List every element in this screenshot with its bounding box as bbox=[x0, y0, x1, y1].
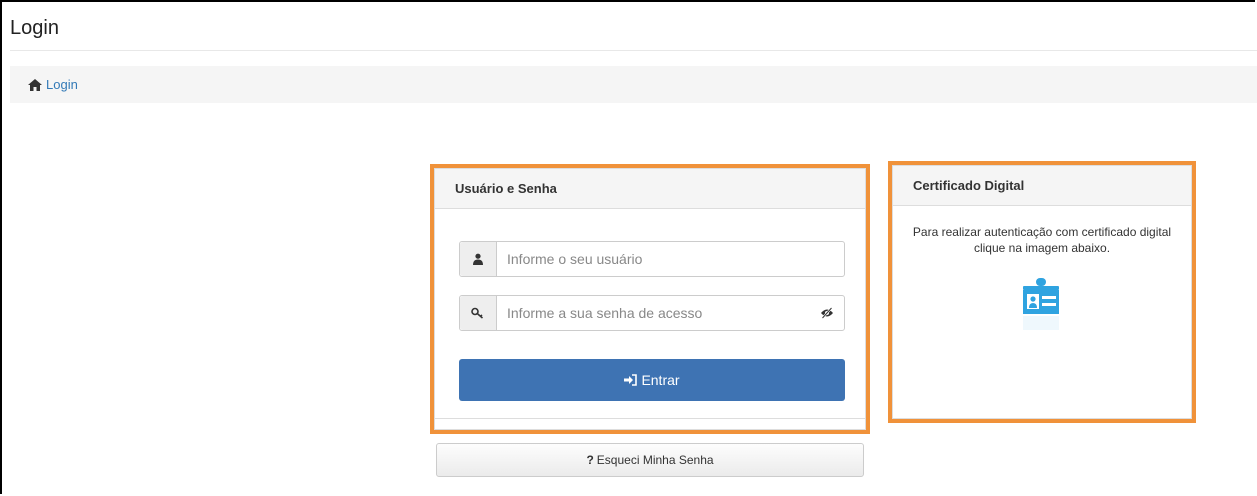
certificate-panel: Certificado Digital Para realizar autent… bbox=[888, 161, 1196, 423]
certificate-login-image[interactable] bbox=[1021, 276, 1061, 339]
password-input[interactable] bbox=[497, 296, 810, 330]
panel-footer-divider bbox=[435, 418, 865, 419]
username-group bbox=[459, 241, 845, 277]
sign-in-icon bbox=[624, 374, 638, 386]
forgot-password-button[interactable]: ? Esqueci Minha Senha bbox=[436, 443, 864, 477]
certificate-instructions-line1: Para realizar autenticação com certifica… bbox=[912, 225, 1172, 239]
breadcrumb-home-link[interactable]: Login bbox=[28, 77, 78, 92]
user-icon bbox=[460, 242, 497, 276]
entrar-button[interactable]: Entrar bbox=[459, 359, 845, 401]
page-title: Login bbox=[10, 17, 59, 39]
forgot-password-label: Esqueci Minha Senha bbox=[596, 453, 714, 467]
entrar-label: Entrar bbox=[641, 372, 680, 388]
eye-slash-icon[interactable] bbox=[810, 296, 844, 330]
key-icon bbox=[460, 296, 497, 330]
login-panel-heading: Usuário e Senha bbox=[435, 169, 865, 209]
breadcrumb-home-label: Login bbox=[46, 77, 78, 92]
breadcrumb: Login bbox=[10, 66, 1257, 103]
certificate-instructions-line2: clique na imagem abaixo. bbox=[973, 241, 1111, 255]
username-input[interactable] bbox=[497, 242, 844, 276]
home-icon bbox=[28, 78, 42, 91]
certificate-panel-heading: Certificado Digital bbox=[893, 166, 1191, 206]
password-group bbox=[459, 295, 845, 331]
certificate-instructions: Para realizar autenticação com certifica… bbox=[909, 224, 1175, 256]
title-divider bbox=[10, 50, 1257, 51]
id-card-icon bbox=[1023, 278, 1059, 330]
question-icon: ? bbox=[586, 453, 594, 467]
login-panel: Usuário e Senha Informe o seu usuário En… bbox=[430, 164, 870, 434]
